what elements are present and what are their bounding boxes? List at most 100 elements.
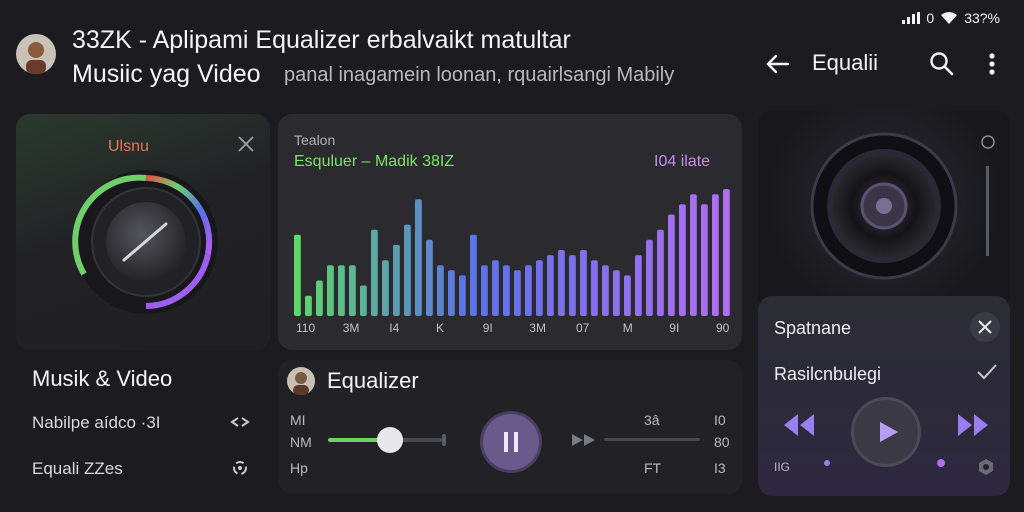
player-label: Hp bbox=[290, 460, 308, 476]
dot-icon bbox=[937, 459, 945, 467]
equalizer-tick-label: 9I bbox=[669, 321, 679, 335]
back-button[interactable] bbox=[764, 50, 792, 78]
play-icon bbox=[880, 422, 898, 442]
list-item-label[interactable]: Equali ZZes bbox=[32, 459, 123, 479]
link-icon[interactable] bbox=[228, 412, 252, 432]
sync-icon[interactable] bbox=[228, 456, 252, 480]
arrow-left-icon bbox=[766, 54, 790, 74]
pause-button[interactable] bbox=[483, 414, 539, 470]
equalizer-tick-label: I4 bbox=[389, 321, 399, 335]
dial-close-button[interactable] bbox=[236, 134, 256, 154]
equalizer-bar bbox=[503, 265, 510, 316]
equalizer-bar bbox=[338, 265, 345, 316]
pause-icon bbox=[504, 432, 518, 452]
close-icon bbox=[978, 320, 992, 334]
equalizer-bar bbox=[393, 244, 400, 316]
equalizer-bar bbox=[712, 194, 719, 316]
panel-mini-label: IIG bbox=[774, 460, 791, 474]
player-label: NM bbox=[290, 434, 312, 450]
equalizer-bar bbox=[558, 250, 565, 316]
panel-close-button[interactable] bbox=[970, 312, 1000, 342]
fast-forward-small-button[interactable] bbox=[570, 432, 598, 448]
page-title-line2: Musiic yag Video bbox=[72, 60, 261, 88]
signal-icon bbox=[902, 12, 921, 24]
status-bar: 0 33?% bbox=[902, 8, 1000, 28]
equalizer-bar bbox=[294, 234, 301, 316]
equalizer-bar bbox=[624, 275, 631, 316]
equalizer-bar bbox=[448, 270, 455, 316]
wifi-icon bbox=[941, 12, 958, 24]
equalizer-bar bbox=[371, 229, 378, 316]
equalizer-bar bbox=[613, 270, 620, 316]
play-button[interactable] bbox=[854, 400, 918, 464]
previous-button[interactable] bbox=[782, 410, 816, 440]
next-button[interactable] bbox=[956, 410, 990, 440]
equalizer-bar bbox=[360, 285, 367, 316]
equalizer-tick-label: K bbox=[436, 321, 444, 335]
equalizer-bar bbox=[316, 280, 323, 316]
fast-forward-icon bbox=[958, 414, 988, 436]
equalizer-bar bbox=[492, 260, 499, 316]
player-label: I0 bbox=[714, 412, 726, 428]
equalizer-bar bbox=[591, 260, 598, 316]
equalizer-bar bbox=[349, 265, 356, 316]
progress-track[interactable] bbox=[604, 438, 700, 441]
volume-slider-thumb[interactable] bbox=[377, 427, 403, 453]
player-avatar bbox=[287, 367, 315, 395]
close-icon bbox=[238, 136, 254, 152]
panel-subtitle: Rasilcnbulegi bbox=[774, 364, 882, 384]
equalizer-tick-label: 9I bbox=[483, 321, 493, 335]
equalizer-bar bbox=[635, 255, 642, 316]
equalizer-bar bbox=[569, 255, 576, 316]
equalizer-rate: I04 ilate bbox=[654, 153, 711, 170]
equalizer-chart: 110 3M I4 K 9I 3M 07 M 9I 90 bbox=[294, 189, 730, 335]
equalizer-bar bbox=[723, 189, 730, 316]
equalizer-small-label: Tealon bbox=[294, 132, 336, 148]
search-button[interactable] bbox=[928, 50, 956, 78]
equalizer-bar bbox=[525, 265, 532, 316]
list-item-label[interactable]: Nabilpe aídco ·3I bbox=[32, 413, 161, 433]
equalizer-bar bbox=[602, 265, 609, 316]
equalizer-bar bbox=[701, 204, 708, 316]
avatar[interactable] bbox=[16, 34, 56, 74]
equalizer-bar bbox=[690, 194, 697, 316]
page-title: 33ZK - Aplipami Equalizer erbalvaikt mat… bbox=[72, 26, 571, 54]
equalizer-bar bbox=[437, 265, 444, 316]
fast-forward-icon bbox=[572, 434, 595, 446]
topbar-title: Equalii bbox=[812, 50, 879, 75]
panel-check-button[interactable] bbox=[976, 362, 998, 382]
equalizer-bar bbox=[327, 265, 334, 316]
page-subtitle: panal inagamein loonan, rquairlsangi Mab… bbox=[284, 64, 675, 86]
equalizer-bar bbox=[426, 239, 433, 316]
equalizer-tick-label: 90 bbox=[716, 321, 730, 335]
equalizer-bar bbox=[536, 260, 543, 316]
equalizer-bar bbox=[305, 295, 312, 316]
equalizer-bar bbox=[481, 265, 488, 316]
slider-end-cap bbox=[442, 434, 446, 446]
equalizer-bar bbox=[657, 229, 664, 316]
equalizer-bar bbox=[470, 234, 477, 316]
equalizer-tick-label: 110 bbox=[296, 321, 315, 335]
settings-icon[interactable] bbox=[977, 458, 995, 476]
equalizer-bar bbox=[459, 275, 466, 316]
equalizer-bar bbox=[580, 250, 587, 316]
equalizer-bar bbox=[679, 204, 686, 316]
equalizer-bar bbox=[382, 260, 389, 316]
speaker-card bbox=[758, 110, 1010, 310]
equalizer-tick-label: M bbox=[623, 321, 633, 335]
rewind-icon bbox=[784, 414, 814, 436]
section-title: Musik & Video bbox=[32, 366, 173, 391]
player-label: 3â bbox=[644, 412, 660, 428]
equalizer-bar bbox=[404, 224, 411, 316]
dial-label: Ulsnu bbox=[108, 138, 149, 155]
more-options-button[interactable] bbox=[980, 50, 1004, 78]
player-label: 80 bbox=[714, 434, 730, 450]
equalizer-bar bbox=[668, 214, 675, 316]
player-title: Equalizer bbox=[327, 368, 419, 393]
more-vert-icon bbox=[989, 53, 995, 75]
equalizer-tick-label: 3M bbox=[529, 321, 546, 335]
volume-knob[interactable] bbox=[58, 164, 238, 324]
equalizer-bar bbox=[646, 239, 653, 316]
check-icon bbox=[977, 364, 997, 380]
battery-text: 33?% bbox=[964, 10, 1000, 26]
